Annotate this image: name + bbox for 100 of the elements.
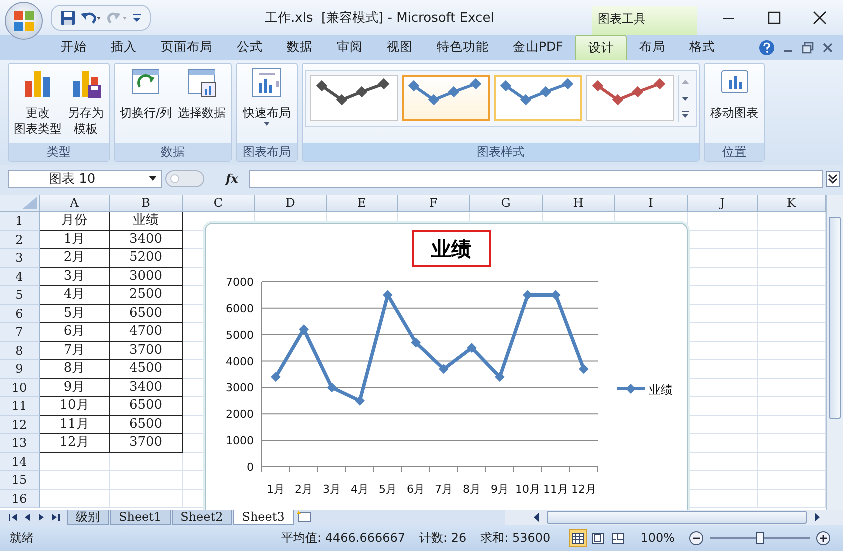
customize-caret-icon[interactable] xyxy=(132,12,142,24)
data-marker xyxy=(299,324,309,335)
column-header[interactable]: D xyxy=(255,195,327,212)
row-header[interactable]: 16 xyxy=(0,490,40,508)
view-button[interactable] xyxy=(568,529,587,547)
column-header[interactable]: H xyxy=(543,195,615,212)
sheet-tab[interactable]: Sheet1 xyxy=(110,510,171,525)
ribbon-tab[interactable]: 审阅 xyxy=(325,35,375,60)
sheet-nav-icon[interactable] xyxy=(50,512,61,523)
scroll-thumb[interactable] xyxy=(829,217,841,419)
insert-sheet-icon[interactable] xyxy=(294,510,313,523)
ribbon-button[interactable]: 选择数据 xyxy=(176,67,228,121)
column-header[interactable]: I xyxy=(615,195,688,212)
zoom-level[interactable]: 100% xyxy=(640,531,675,545)
ribbon-tab[interactable]: 布局 xyxy=(627,35,678,60)
table-cell xyxy=(40,452,110,471)
legend-label: 业绩 xyxy=(649,383,673,397)
column-header[interactable]: B xyxy=(110,195,183,212)
row-header[interactable]: 3 xyxy=(0,249,40,268)
row-header[interactable]: 10 xyxy=(0,378,40,397)
chart-style-option[interactable] xyxy=(310,75,398,121)
row-header[interactable]: 5 xyxy=(0,286,40,304)
scroll-right-icon[interactable] xyxy=(813,512,821,523)
zoom-in-icon[interactable] xyxy=(816,530,831,546)
count-readout: 计数: 26 xyxy=(420,530,467,546)
row-header[interactable]: 15 xyxy=(0,471,40,490)
legend-line-icon xyxy=(617,384,645,394)
sum-readout: 求和: 53600 xyxy=(480,530,551,546)
splitter-handle-icon[interactable] xyxy=(165,170,205,188)
zoom-slider-thumb[interactable] xyxy=(756,532,764,544)
sheet-tab[interactable]: Sheet2 xyxy=(172,510,232,525)
chart-layout-icon xyxy=(251,67,283,99)
sheet-tab[interactable]: 级别 xyxy=(67,510,109,525)
row-header[interactable]: 2 xyxy=(0,230,40,249)
ribbon-tab[interactable]: 视图 xyxy=(375,35,425,60)
ribbon-button[interactable]: 移动图表 xyxy=(708,67,760,121)
sheet-tab[interactable]: Sheet3 xyxy=(233,510,294,525)
row-header[interactable]: 9 xyxy=(0,360,40,378)
row-header[interactable]: 14 xyxy=(0,452,40,471)
column-header[interactable]: J xyxy=(688,195,758,212)
table-cell: 业绩 xyxy=(110,212,183,230)
axis-category-label: 12月 xyxy=(572,483,596,496)
ribbon-tab[interactable]: 格式 xyxy=(677,35,728,60)
ribbon-tab[interactable]: 插入 xyxy=(99,35,149,60)
row-header[interactable]: 7 xyxy=(0,323,40,342)
data-marker xyxy=(523,290,533,300)
name-box[interactable]: 图表 10 xyxy=(8,170,162,188)
table-cell: 6500 xyxy=(110,304,183,323)
row-header[interactable]: 1 xyxy=(0,212,40,230)
ribbon-tab[interactable]: 设计 xyxy=(575,35,628,60)
ribbon-button[interactable]: 切换行/列 xyxy=(118,67,174,121)
app-menu-button[interactable] xyxy=(5,2,43,40)
sheet-nav-icon[interactable] xyxy=(8,512,19,523)
help-icon[interactable] xyxy=(759,40,775,56)
column-header[interactable]: A xyxy=(40,195,110,212)
restore-icon[interactable] xyxy=(801,40,815,54)
axis-category-label: 9月 xyxy=(491,483,509,496)
row-header[interactable]: 8 xyxy=(0,342,40,360)
chart-style-option[interactable] xyxy=(494,75,582,121)
ribbon-button[interactable]: 更改 图表类型 xyxy=(12,67,64,137)
zoom-out-icon[interactable] xyxy=(689,530,704,546)
ribbon-tab[interactable]: 开始 xyxy=(49,35,99,60)
row-header[interactable]: 11 xyxy=(0,397,40,416)
row-header[interactable]: 13 xyxy=(0,434,40,452)
axis-category-label: 11月 xyxy=(544,483,568,496)
table-cell: 5月 xyxy=(40,304,110,323)
column-header[interactable]: G xyxy=(470,195,543,212)
title-frame[interactable] xyxy=(412,230,491,267)
vertical-scrollbar[interactable] xyxy=(826,195,843,510)
ribbon-tab[interactable]: 金山PDF xyxy=(501,35,576,60)
row-header[interactable]: 12 xyxy=(0,416,40,434)
column-header[interactable]: E xyxy=(327,195,398,212)
ribbon-tab[interactable]: 特色功能 xyxy=(425,35,501,60)
chart-style-option[interactable] xyxy=(586,75,674,121)
column-header[interactable]: F xyxy=(398,195,470,212)
chart-area[interactable]: 0 1000 2000 3000 4000 5000 6000 7000 1月 2月 3月 4月 5月 6月 7月 8月 9月 10月 11月 12月 业绩 业绩 xyxy=(205,223,688,510)
table-cell: 2月 xyxy=(40,249,110,268)
horizontal-scrollbar[interactable] xyxy=(505,510,843,525)
column-header[interactable]: K xyxy=(758,195,826,212)
table-cell: 5200 xyxy=(110,249,183,268)
ribbon-tab[interactable]: 数据 xyxy=(275,35,325,60)
data-marker xyxy=(439,364,449,374)
row-header[interactable]: 6 xyxy=(0,304,40,323)
expand-icon[interactable] xyxy=(826,171,840,187)
axis-category-label: 3月 xyxy=(323,483,341,496)
scroll-thumb[interactable] xyxy=(547,511,807,524)
ribbon-button[interactable]: 快速布局 xyxy=(241,67,293,127)
ribbon-tab[interactable]: 公式 xyxy=(225,35,275,60)
ribbon-tab[interactable]: 页面布局 xyxy=(149,35,225,60)
caret-icon xyxy=(149,176,157,182)
zoom-slider[interactable] xyxy=(710,530,810,546)
save-icon[interactable] xyxy=(60,10,76,26)
chart-style-option[interactable] xyxy=(402,75,490,121)
ribbon-button[interactable]: 另存为 模板 xyxy=(66,67,106,137)
insert-function-button[interactable]: fx xyxy=(208,172,246,186)
formula-field[interactable] xyxy=(249,170,823,188)
row-header[interactable]: 4 xyxy=(0,268,40,286)
chart-title[interactable]: 业绩 xyxy=(432,237,472,261)
scroll-left-icon[interactable] xyxy=(533,512,541,523)
column-header[interactable]: C xyxy=(183,195,255,212)
